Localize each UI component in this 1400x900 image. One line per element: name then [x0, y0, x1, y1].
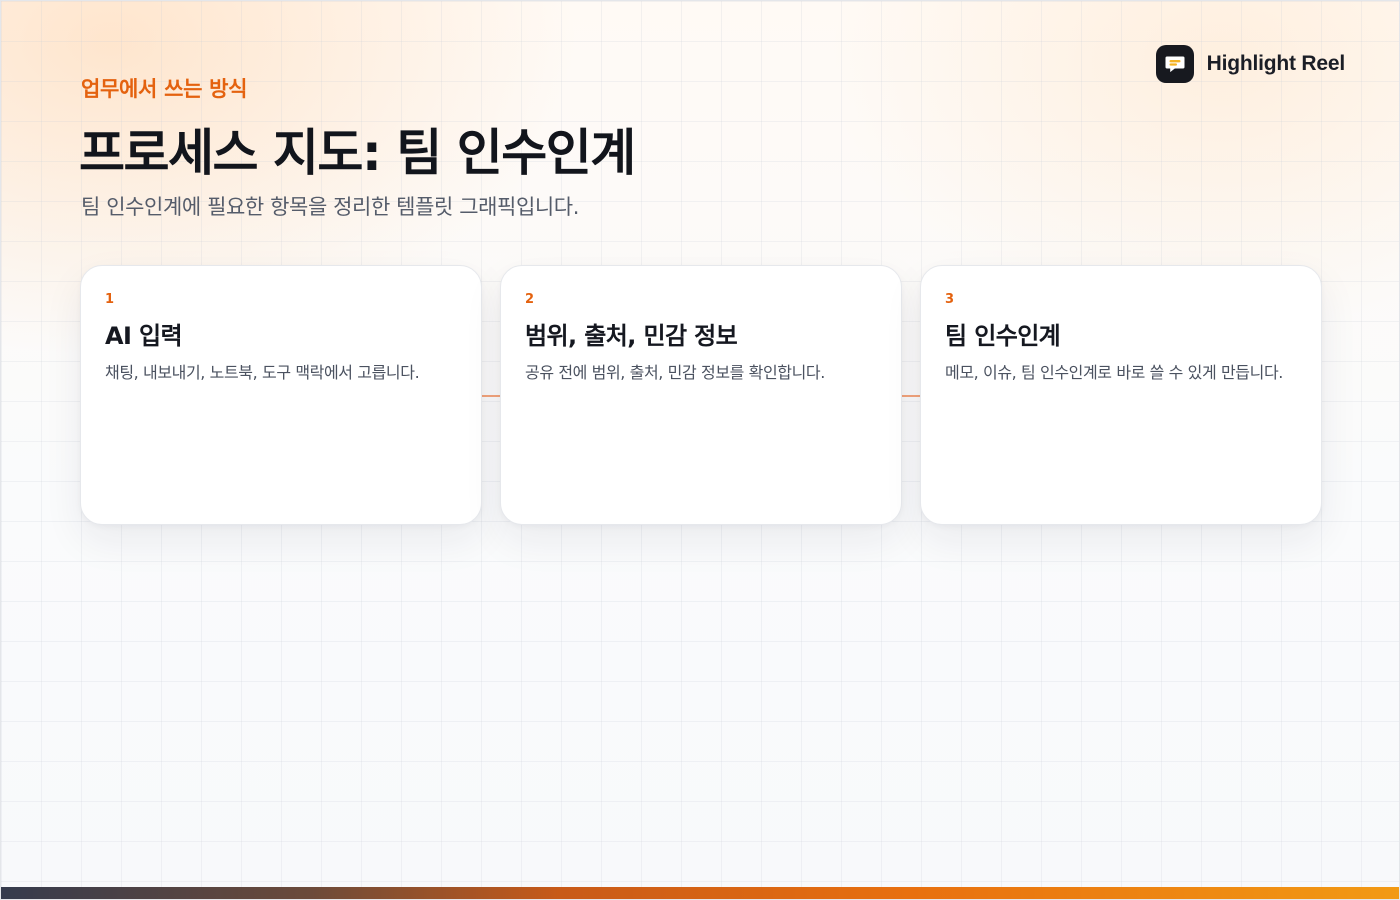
step-number: 3 [945, 292, 955, 307]
step-title: AI 입력 [105, 322, 183, 350]
step-number: 2 [525, 292, 535, 307]
bottom-accent-bar [1, 887, 1399, 899]
step-number: 1 [105, 292, 115, 307]
step-card-1: 1 AI 입력 채팅, 내보내기, 노트북, 도구 맥락에서 고릅니다. [80, 265, 482, 525]
step-title: 팀 인수인계 [945, 322, 1061, 350]
step-description: 공유 전에 범위, 출처, 민감 정보를 확인합니다. [525, 363, 825, 382]
process-steps: 1 AI 입력 채팅, 내보내기, 노트북, 도구 맥락에서 고릅니다. 2 범… [1, 1, 1399, 899]
step-title: 범위, 출처, 민감 정보 [525, 322, 738, 350]
step-description: 메모, 이슈, 팀 인수인계로 바로 쓸 수 있게 만듭니다. [945, 363, 1283, 382]
step-card-3: 3 팀 인수인계 메모, 이슈, 팀 인수인계로 바로 쓸 수 있게 만듭니다. [920, 265, 1322, 525]
step-description: 채팅, 내보내기, 노트북, 도구 맥락에서 고릅니다. [105, 363, 420, 382]
step-card-2: 2 범위, 출처, 민감 정보 공유 전에 범위, 출처, 민감 정보를 확인합… [500, 265, 902, 525]
slide-canvas: Highlight Reel 업무에서 쓰는 방식 프로세스 지도: 팀 인수인… [0, 0, 1400, 900]
